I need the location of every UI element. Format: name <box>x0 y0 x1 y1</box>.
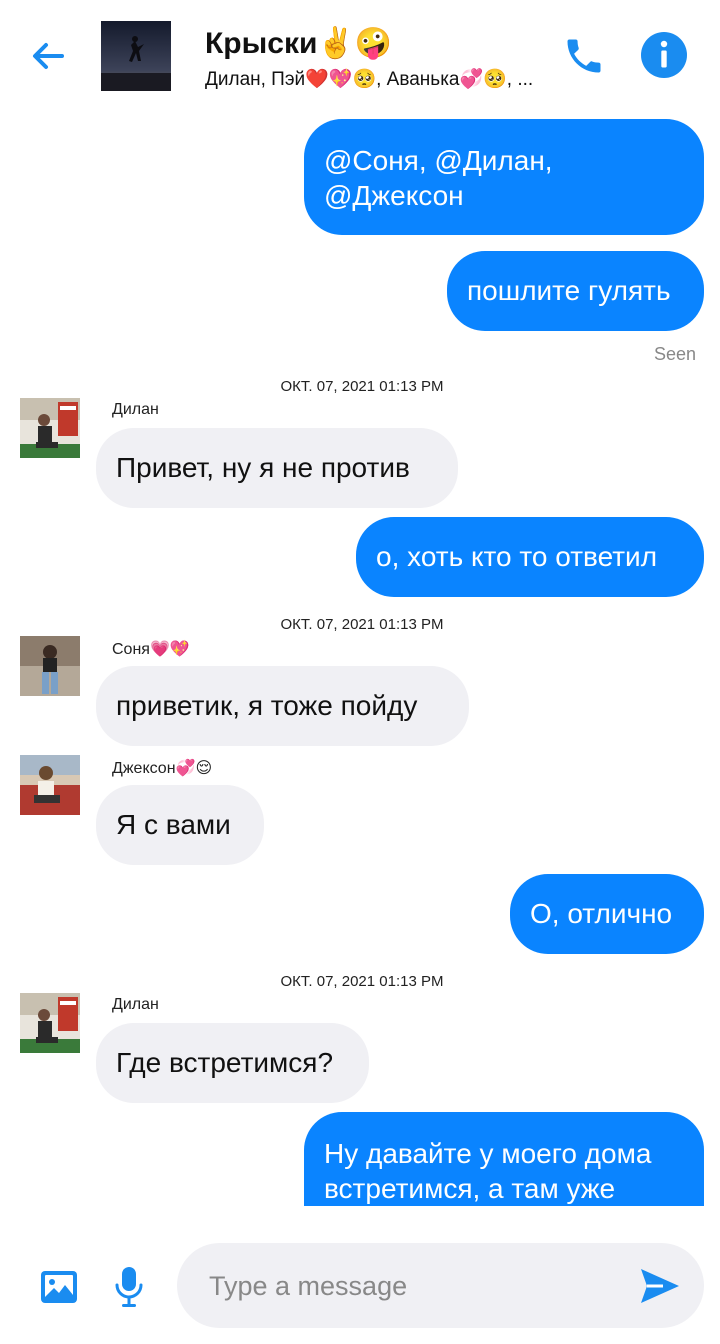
message-text: Где встретимся? <box>116 1047 334 1078</box>
send-icon <box>641 1269 679 1303</box>
message-bubble-outgoing[interactable]: О, отлично <box>510 874 704 954</box>
avatar[interactable] <box>20 993 80 1053</box>
message-text: Ну давайте у моего дома встретимся, а та… <box>324 1138 652 1204</box>
message-bubble-incoming[interactable]: Я с вами <box>96 785 264 865</box>
send-button[interactable] <box>639 1266 681 1306</box>
sender-name: Джексон💞😌 <box>112 760 213 777</box>
message-bubble-incoming[interactable]: Привет, ну я не против <box>96 428 458 508</box>
message-text: @Соня, @Дилан, @Джексон <box>324 145 553 211</box>
group-title: Крыски✌️🤪 <box>205 27 393 60</box>
group-members: Дилан, Пэй❤️💖🥺, Аванька💞🥺, ... <box>205 69 534 90</box>
message-text: Привет, ну я не против <box>116 452 410 483</box>
sender-name: Дилан <box>112 996 159 1013</box>
microphone-icon <box>115 1267 143 1307</box>
sender-name: Дилан <box>112 401 159 418</box>
timestamp: ОКТ. 07, 2021 01:13 PM <box>280 616 444 633</box>
gallery-button[interactable] <box>40 1270 78 1304</box>
message-input[interactable] <box>207 1265 611 1307</box>
avatar[interactable] <box>20 755 80 815</box>
avatar[interactable] <box>20 636 80 696</box>
voice-record-button[interactable] <box>114 1266 144 1308</box>
message-bubble-outgoing[interactable]: Ну давайте у моего дома встретимся, а та… <box>304 1112 704 1206</box>
timestamp: ОКТ. 07, 2021 01:13 PM <box>280 378 444 395</box>
message-text: пошлите гулять <box>467 275 671 306</box>
message-bubble-outgoing[interactable]: о, хоть кто то ответил <box>356 517 704 597</box>
back-button[interactable] <box>28 36 68 76</box>
message-text: приветик, я тоже пойду <box>116 690 418 721</box>
message-text: о, хоть кто то ответил <box>376 541 658 572</box>
message-bubble-incoming[interactable]: Где встретимся? <box>96 1023 369 1103</box>
info-icon <box>641 32 687 78</box>
group-avatar[interactable] <box>101 21 171 91</box>
chat-header: Крыски✌️🤪 Дилан, Пэй❤️💖🥺, Аванька💞🥺, ... <box>0 0 720 112</box>
message-input-container <box>177 1243 704 1328</box>
info-button[interactable] <box>640 31 688 79</box>
seen-indicator: Seen <box>653 344 696 364</box>
message-bubble-outgoing[interactable]: пошлите гулять <box>447 251 704 331</box>
message-list[interactable]: @Соня, @Дилан, @Джексон пошлите гулять S… <box>0 112 720 1206</box>
sender-name: Соня💗💖 <box>112 641 190 658</box>
message-bubble-outgoing[interactable]: @Соня, @Дилан, @Джексон <box>304 119 704 235</box>
back-arrow-icon <box>33 43 64 69</box>
timestamp: ОКТ. 07, 2021 01:13 PM <box>280 973 444 990</box>
phone-icon <box>567 39 601 73</box>
message-text: Я с вами <box>116 809 231 840</box>
call-button[interactable] <box>562 34 606 78</box>
composer <box>0 1232 720 1344</box>
message-bubble-incoming[interactable]: приветик, я тоже пойду <box>96 666 469 746</box>
avatar[interactable] <box>20 398 80 458</box>
message-text: О, отлично <box>530 898 673 929</box>
image-icon <box>41 1271 77 1303</box>
